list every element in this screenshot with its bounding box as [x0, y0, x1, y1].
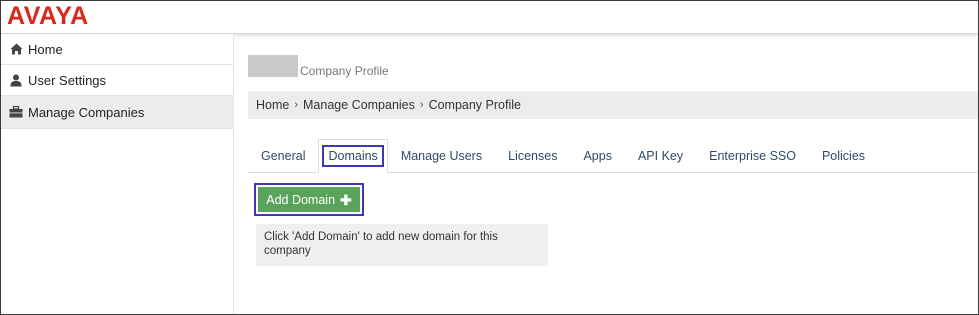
- tab-label: General: [261, 148, 306, 163]
- add-domain-highlight: Add Domain ✚: [254, 183, 364, 216]
- tab-label: Enterprise SSO: [709, 148, 796, 163]
- tab-manage-users[interactable]: Manage Users: [388, 139, 495, 172]
- tab-licenses[interactable]: Licenses: [495, 139, 570, 172]
- tab-label: Apps: [583, 148, 612, 163]
- tab-api-key[interactable]: API Key: [625, 139, 696, 172]
- company-logo-placeholder: [248, 55, 298, 77]
- home-icon: [9, 42, 23, 56]
- sidebar-item-label: User Settings: [28, 72, 107, 88]
- main-content: Company Profile Home › Manage Companies …: [234, 34, 978, 314]
- breadcrumb-separator: ›: [419, 99, 424, 111]
- sidebar-item-home[interactable]: Home: [1, 34, 233, 65]
- briefcase-icon: [9, 105, 23, 119]
- top-bar: AVAYA: [1, 1, 978, 34]
- tab-label: Domains: [322, 145, 384, 167]
- logo-text: AVAYA: [7, 1, 89, 30]
- sidebar-item-label: Manage Companies: [28, 104, 145, 120]
- add-domain-button[interactable]: Add Domain ✚: [258, 187, 360, 212]
- sidebar: Home User Settings Manage Companies: [1, 34, 234, 314]
- tab-enterprise-sso[interactable]: Enterprise SSO: [696, 139, 809, 172]
- add-domain-label: Add Domain: [266, 192, 336, 207]
- tab-label: Policies: [821, 148, 866, 163]
- page-title: Company Profile: [300, 64, 389, 78]
- breadcrumb-separator: ›: [294, 99, 299, 111]
- tab-domains[interactable]: Domains: [318, 139, 388, 173]
- app-window: AVAYA Home User Settings Manage Companie…: [0, 0, 979, 315]
- breadcrumb-manage-companies[interactable]: Manage Companies: [303, 98, 415, 112]
- tab-label: Licenses: [508, 148, 558, 163]
- breadcrumb-current: Company Profile: [428, 98, 521, 112]
- tab-general[interactable]: General: [248, 139, 318, 172]
- sidebar-item-manage-companies[interactable]: Manage Companies: [1, 96, 233, 129]
- tab-policies[interactable]: Policies: [809, 139, 878, 172]
- avaya-logo[interactable]: AVAYA: [7, 1, 89, 30]
- user-icon: [9, 73, 23, 87]
- breadcrumb: Home › Manage Companies › Company Profil…: [248, 91, 978, 119]
- plus-icon: ✚: [340, 191, 352, 208]
- tab-apps[interactable]: Apps: [570, 139, 625, 172]
- tab-label: Manage Users: [400, 148, 483, 163]
- tab-label: API Key: [637, 148, 684, 163]
- sidebar-item-user-settings[interactable]: User Settings: [1, 65, 233, 96]
- tab-bar: General Domains Manage Users Licenses Ap…: [248, 138, 978, 173]
- empty-state-message: Click 'Add Domain' to add new domain for…: [256, 224, 548, 266]
- sidebar-item-label: Home: [28, 41, 63, 57]
- breadcrumb-home[interactable]: Home: [256, 98, 289, 112]
